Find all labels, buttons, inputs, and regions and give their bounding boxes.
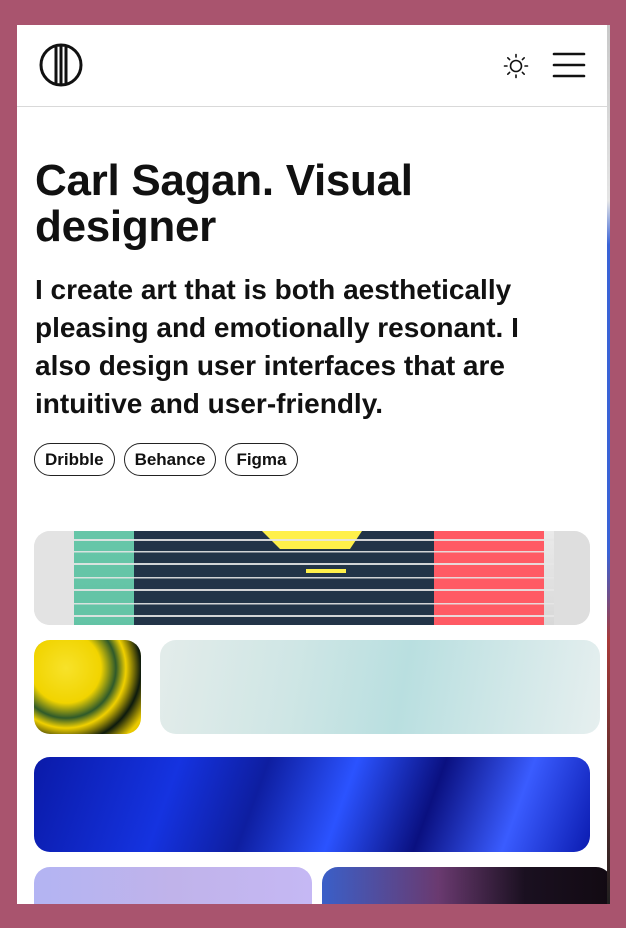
page-frame: Carl Sagan. Visual designer I create art…: [17, 25, 610, 904]
yellow-marble-artwork[interactable]: [34, 640, 141, 734]
hamburger-menu-icon[interactable]: [552, 51, 586, 79]
glitch-stripes-graphic: [34, 531, 590, 625]
teal-smoke-artwork[interactable]: [160, 640, 600, 734]
social-links: Dribble Behance Figma: [34, 443, 298, 476]
sun-icon[interactable]: [503, 53, 529, 79]
neon-portrait-artwork[interactable]: [322, 867, 610, 904]
behance-link[interactable]: Behance: [123, 443, 217, 476]
site-header: [17, 25, 610, 107]
blue-glass-waves-artwork[interactable]: [34, 757, 590, 852]
logo-icon[interactable]: [39, 43, 83, 87]
scrollbar[interactable]: [607, 25, 610, 904]
glitch-stripes-artwork[interactable]: [34, 531, 590, 625]
intro-text: I create art that is both aesthetically …: [35, 274, 519, 419]
figma-link[interactable]: Figma: [225, 443, 298, 476]
page-title: Carl Sagan. Visual designer: [35, 156, 413, 251]
dribble-link[interactable]: Dribble: [34, 443, 115, 476]
lilac-portrait-artwork[interactable]: [34, 867, 312, 904]
